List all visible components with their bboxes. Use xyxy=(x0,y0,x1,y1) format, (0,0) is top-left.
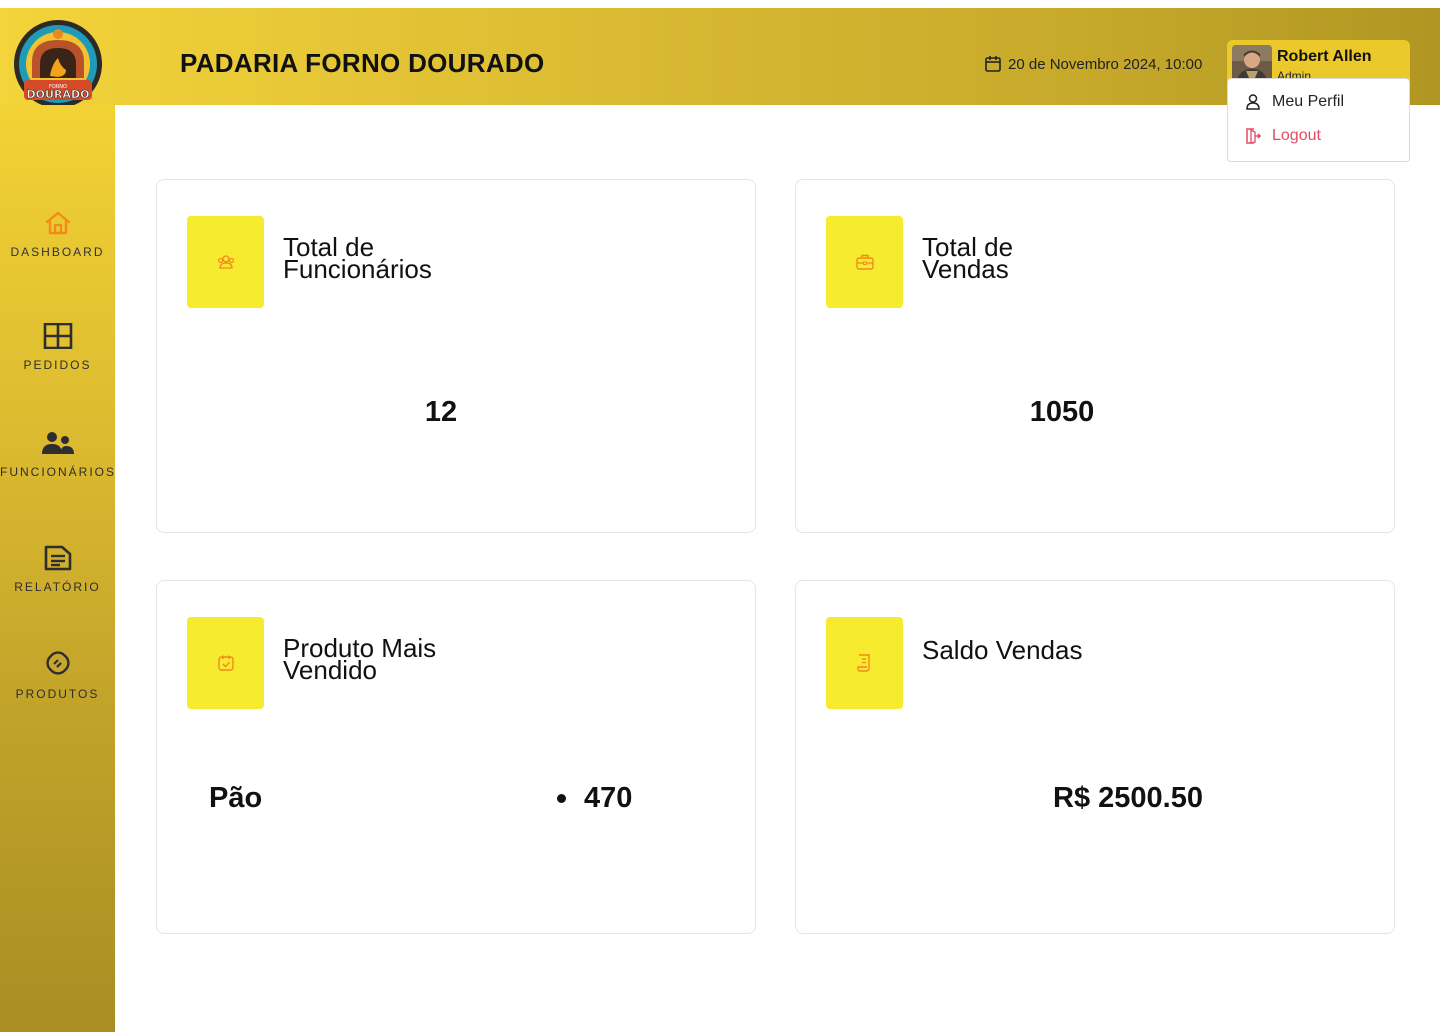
sidebar-item-funcionarios[interactable]: FUNCIONÁRIOS xyxy=(0,430,115,479)
datetime-text: 20 de Novembro 2024, 10:00 xyxy=(1008,55,1203,73)
receipt-icon xyxy=(856,654,870,672)
sidebar-item-label: PEDIDOS xyxy=(23,358,92,372)
top-product-quantity: 470 xyxy=(584,782,633,814)
logo-text: DOURADO xyxy=(27,88,90,101)
card-total-sales: Total de Vendas 1050 xyxy=(795,179,1395,533)
card-title: Total de Vendas xyxy=(922,234,1222,284)
bakery-logo[interactable]: FORNO DOURADO xyxy=(10,18,106,110)
card-icon-box xyxy=(187,216,264,308)
sidebar-item-relatorio[interactable]: RELATÓRIO xyxy=(0,545,115,594)
card-icon-box xyxy=(187,617,264,709)
sidebar-item-dashboard[interactable]: DASHBOARD xyxy=(0,210,115,259)
bullet-dot-icon xyxy=(557,794,566,803)
card-value: 1050 xyxy=(1029,396,1095,428)
sidebar-item-label: FUNCIONÁRIOS xyxy=(0,465,117,479)
sidebar-item-produtos[interactable]: PRODUTOS xyxy=(0,648,115,701)
menu-item-profile-label: Meu Perfil xyxy=(1272,93,1345,110)
top-product-quantity-row: 470 xyxy=(557,782,632,815)
grid-icon xyxy=(43,322,72,350)
logout-icon xyxy=(1246,128,1262,144)
user-icon xyxy=(1246,94,1260,110)
sidebar-item-pedidos[interactable]: PEDIDOS xyxy=(0,322,115,372)
card-title-line2: Vendas xyxy=(922,254,1009,284)
users-icon xyxy=(41,432,74,454)
home-icon xyxy=(45,211,70,235)
app-header: FORNO DOURADO PADARIA FORNO DOURADO 20 d… xyxy=(0,8,1440,108)
card-icon-box xyxy=(826,216,903,308)
card-icon-box xyxy=(826,617,903,709)
page-title: PADARIA FORNO DOURADO xyxy=(180,48,545,78)
bread-icon xyxy=(45,651,70,675)
card-sales-balance: Saldo Vendas R$ 2500.50 xyxy=(795,580,1395,934)
sidebar-item-label: DASHBOARD xyxy=(10,245,105,259)
card-value: R$ 2500.50 xyxy=(1053,782,1203,814)
menu-item-logout[interactable]: Logout xyxy=(1244,127,1321,145)
sidebar: DASHBOARD PEDIDOS FUNCIONÁRIOS RELATÓRIO xyxy=(0,105,115,1032)
calendar-check-icon xyxy=(217,655,234,671)
top-strip xyxy=(0,0,1440,8)
datetime-display: 20 de Novembro 2024, 10:00 xyxy=(984,55,1202,73)
menu-item-profile[interactable]: Meu Perfil xyxy=(1244,93,1344,111)
top-product-name: Pão xyxy=(209,782,263,814)
sidebar-item-label: RELATÓRIO xyxy=(14,580,101,594)
card-top-product: Produto Mais Vendido Pão 470 xyxy=(156,580,756,934)
card-title: Total de Funcionários xyxy=(283,234,583,284)
people-icon xyxy=(217,255,234,269)
card-value: 12 xyxy=(424,396,458,428)
sidebar-item-label: PRODUTOS xyxy=(15,687,100,701)
briefcase-icon xyxy=(855,254,874,270)
card-total-employees: Total de Funcionários 12 xyxy=(156,179,756,533)
user-name: Robert Allen xyxy=(1277,48,1372,65)
card-title: Produto Mais Vendido xyxy=(283,635,583,683)
card-title-line2: Funcionários xyxy=(283,254,432,284)
user-dropdown-menu: Meu Perfil Logout xyxy=(1227,78,1410,162)
calendar-icon xyxy=(985,56,1001,72)
document-icon xyxy=(44,545,71,571)
menu-item-logout-label: Logout xyxy=(1272,127,1321,144)
card-title: Saldo Vendas xyxy=(922,635,1083,665)
